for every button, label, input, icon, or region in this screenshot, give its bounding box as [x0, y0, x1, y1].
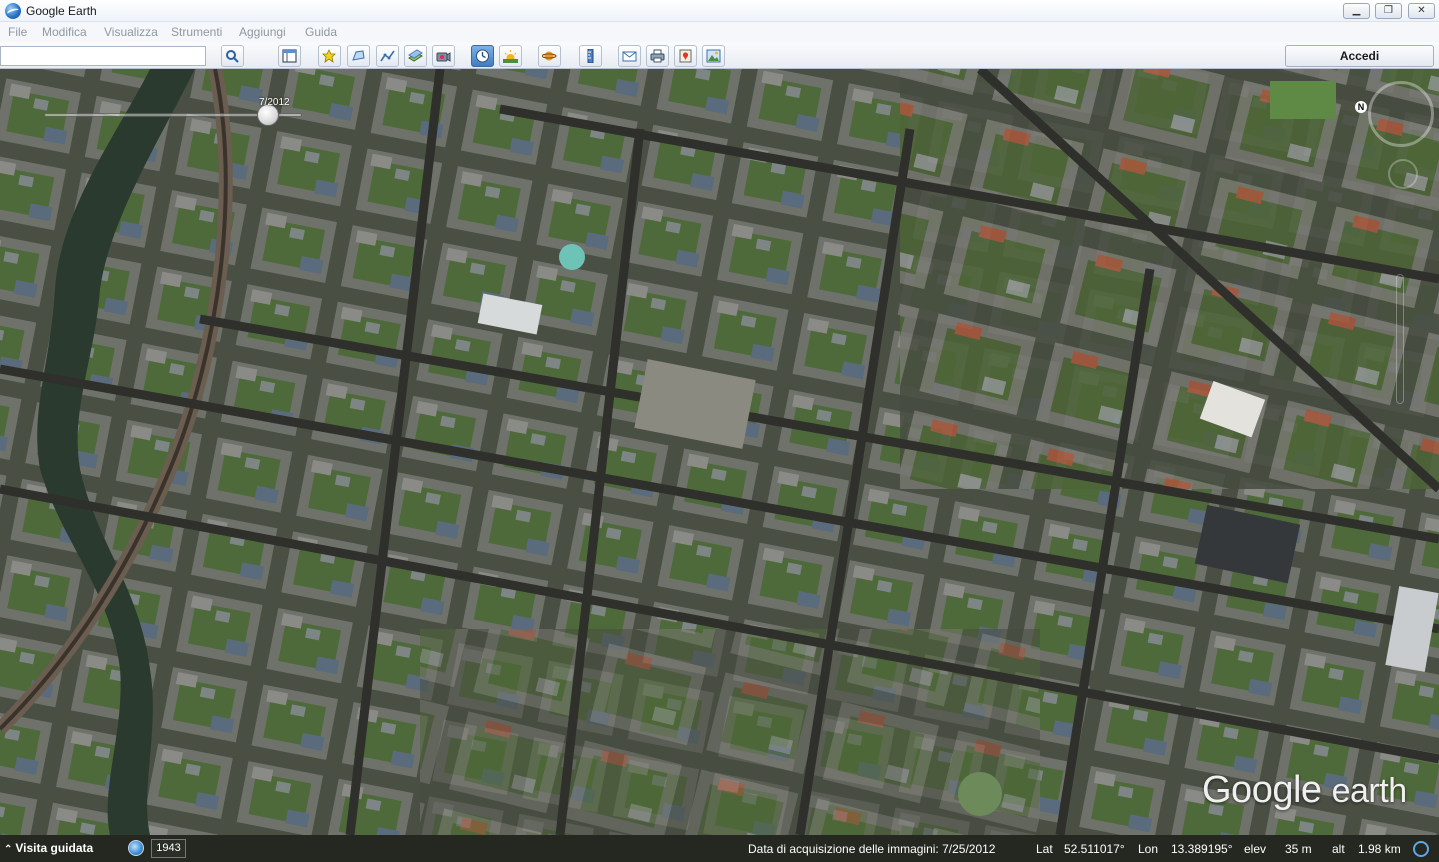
menu-view[interactable]: Visualizza: [104, 25, 158, 39]
email-button[interactable]: [618, 45, 641, 67]
historical-year-field[interactable]: 1943: [151, 839, 186, 858]
time-slider-label: 7/2012: [259, 97, 290, 108]
elev-value: 35 m: [1285, 842, 1312, 856]
lat-value: 52.511017°: [1064, 842, 1125, 856]
view-in-maps-button[interactable]: [674, 45, 697, 67]
image-overlay-icon: [408, 49, 423, 62]
zoom-slider[interactable]: [1396, 274, 1404, 404]
tour-button[interactable]: ⌃ Visita guidata: [4, 841, 93, 855]
printer-icon: [650, 49, 665, 63]
lon-label: Lon: [1138, 842, 1159, 856]
close-button[interactable]: ✕: [1408, 3, 1435, 19]
polygon-icon: [352, 50, 365, 61]
envelope-icon: [622, 51, 637, 62]
add-image-overlay-button[interactable]: [404, 45, 427, 67]
menu-tools[interactable]: Strumenti: [171, 25, 222, 39]
google-earth-watermark: Google earth: [1202, 769, 1407, 812]
north-indicator-icon[interactable]: N: [1355, 101, 1367, 113]
switch-planet-button[interactable]: [538, 45, 561, 67]
globe-history-icon[interactable]: [128, 840, 144, 856]
add-placemark-button[interactable]: [318, 45, 341, 67]
sidebar-icon: [282, 49, 297, 63]
chevron-up-icon: ⌃: [4, 844, 13, 855]
pushpin-icon: [322, 49, 336, 63]
imagery-date: Data di acquisizione delle immagini: 7/2…: [748, 842, 996, 856]
maximize-button[interactable]: ❐: [1375, 3, 1402, 19]
add-path-button[interactable]: [376, 45, 399, 67]
add-polygon-button[interactable]: [347, 45, 370, 67]
ruler-icon: [587, 49, 594, 63]
save-image-icon: [706, 49, 721, 63]
menu-file[interactable]: File: [8, 25, 27, 39]
compass-ring-icon[interactable]: [1368, 81, 1434, 147]
menu-add[interactable]: Aggiungi: [239, 25, 286, 39]
lon-value: 13.389195°: [1171, 842, 1233, 856]
move-joystick-icon[interactable]: [1388, 159, 1418, 189]
tour-label: Visita guidata: [15, 841, 94, 855]
google-earth-logo-icon: [5, 3, 21, 19]
historical-imagery-button[interactable]: [471, 45, 494, 67]
elev-label: elev: [1244, 842, 1267, 856]
record-tour-button[interactable]: [432, 45, 455, 67]
sidebar-toggle-button[interactable]: [278, 45, 301, 67]
window-title: Google Earth: [26, 4, 97, 18]
alt-label: alt: [1332, 842, 1345, 856]
menu-edit[interactable]: Modifica: [42, 25, 87, 39]
planet-icon: [542, 51, 557, 61]
watermark-earth: earth: [1331, 772, 1408, 810]
lat-label: Lat: [1036, 842, 1053, 856]
status-bar: ⌃ Visita guidata 1943 Data di acquisizion…: [0, 835, 1439, 862]
clock-icon: [476, 49, 489, 63]
sunlight-button[interactable]: [499, 45, 522, 67]
magnifier-icon: [226, 50, 239, 63]
print-button[interactable]: [646, 45, 669, 67]
search-input[interactable]: [0, 46, 206, 66]
watermark-google: Google: [1202, 769, 1322, 811]
minimize-button[interactable]: ▁: [1343, 3, 1370, 19]
save-image-button[interactable]: [702, 45, 725, 67]
title-bar: Google Earth ▁ ❐ ✕: [0, 0, 1439, 22]
signin-button[interactable]: Accedi: [1285, 45, 1434, 67]
satellite-imagery: [0, 69, 1439, 835]
map-icon: [679, 49, 692, 63]
sun-icon: [503, 50, 518, 63]
map-viewport[interactable]: 7/2012 N Google earth: [0, 69, 1439, 835]
toolbar: Accedi: [0, 42, 1439, 69]
path-icon: [380, 50, 395, 62]
search-button[interactable]: [221, 45, 244, 67]
streaming-status-icon: [1413, 841, 1429, 857]
camera-icon: [436, 52, 451, 62]
ruler-button[interactable]: [579, 45, 602, 67]
menu-help[interactable]: Guida: [305, 25, 337, 39]
menu-bar: File Modifica Visualizza Strumenti Aggiu…: [0, 22, 1439, 42]
alt-value: 1.98 km: [1358, 842, 1401, 856]
